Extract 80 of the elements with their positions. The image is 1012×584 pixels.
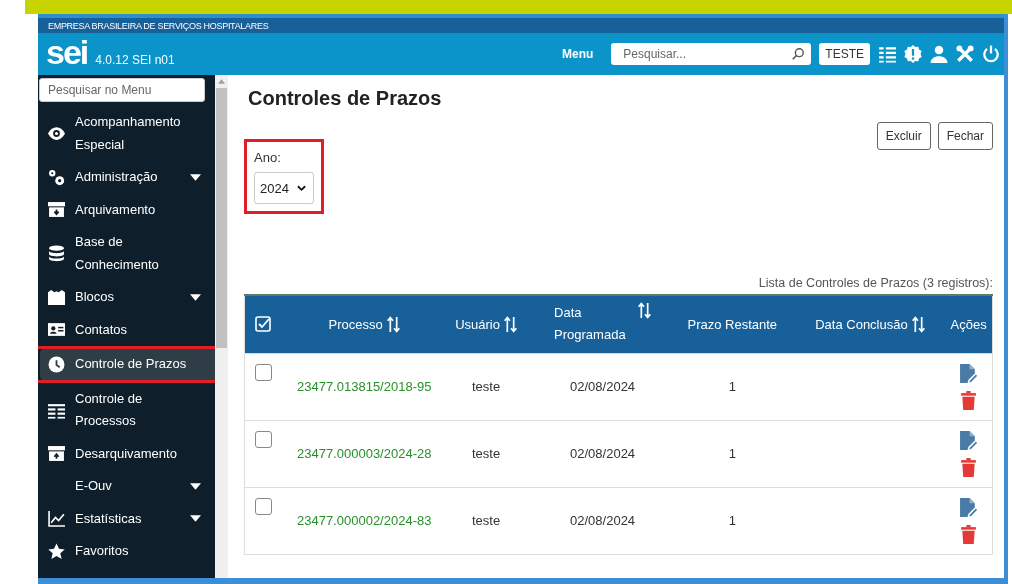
column-header: Prazo Restante	[687, 316, 778, 332]
sort-icon[interactable]	[503, 315, 517, 333]
sort-icon[interactable]	[638, 302, 652, 320]
archive-icon	[48, 201, 65, 219]
process-link[interactable]: 23477.000002/2024-83	[296, 513, 432, 528]
trash-icon[interactable]	[960, 524, 978, 544]
logo: sei	[46, 35, 88, 69]
sidebar-item[interactable]: Arquivamento	[40, 194, 213, 225]
sort-icon[interactable]	[911, 315, 925, 333]
year-select[interactable]: 2024	[254, 172, 314, 204]
table-cell: 1	[728, 513, 736, 528]
search-field[interactable]: Pesquisar...	[611, 43, 812, 65]
eye-icon	[48, 125, 65, 142]
power-icon[interactable]	[982, 45, 1000, 63]
table-cell: 02/08/2024	[570, 446, 636, 461]
table-cell: 02/08/2024	[570, 379, 636, 394]
user-icon[interactable]	[930, 45, 948, 63]
chevron-down-icon[interactable]	[296, 184, 306, 192]
sidebar-item[interactable]: Estatísticas	[40, 503, 213, 534]
column-header[interactable]: Data Programada	[554, 302, 635, 347]
row-checkbox[interactable]	[255, 363, 272, 381]
column-header[interactable]: Data Conclusão	[815, 316, 908, 332]
sidebar-item[interactable]: Controle de Prazos	[40, 349, 215, 380]
trash-icon[interactable]	[960, 390, 978, 410]
version-label: 4.0.12 SEI n01	[95, 53, 175, 67]
unarchive-icon	[48, 445, 65, 463]
star-icon	[48, 542, 65, 560]
caret-icon	[190, 515, 201, 523]
table-cell: 1	[728, 379, 736, 394]
process-link[interactable]: 23477.000003/2024-28	[296, 446, 432, 461]
menu-search-field[interactable]: Pesquisar no Menu	[39, 78, 205, 102]
sidebar-item[interactable]: Administração	[40, 162, 213, 193]
column-header: Ações	[950, 316, 987, 332]
search-icon[interactable]	[791, 47, 806, 61]
action-button[interactable]: Fechar	[937, 122, 993, 150]
table-cell: 1	[728, 446, 736, 461]
alert-badge-icon[interactable]	[904, 45, 922, 63]
table-cell: 02/08/2024	[570, 513, 636, 528]
table-caption: Lista de Controles de Prazos (3 registros):	[757, 276, 993, 290]
clock-icon	[48, 355, 65, 373]
list-icon[interactable]	[878, 45, 896, 63]
caret-icon	[190, 293, 201, 301]
row-checkbox[interactable]	[255, 497, 272, 515]
sidebar-item[interactable]: E-Ouv	[40, 471, 213, 502]
year-value: 2024	[260, 180, 289, 196]
sidebar-item[interactable]: Favoritos	[40, 536, 213, 567]
scrollbar[interactable]	[215, 75, 228, 578]
process-link[interactable]: 23477.013815/2018-95	[296, 379, 432, 394]
edit-document-icon[interactable]	[960, 430, 978, 450]
table-cell: teste	[471, 513, 501, 528]
scrollbar-thumb[interactable]	[216, 88, 227, 348]
database-icon	[48, 245, 65, 262]
caret-icon	[190, 173, 201, 181]
tools-icon[interactable]	[956, 45, 974, 63]
checkbox-icon[interactable]	[255, 316, 271, 333]
sidebar-item[interactable]: Controle de Processos	[40, 383, 213, 437]
row-checkbox[interactable]	[255, 430, 272, 448]
scroll-up-icon[interactable]	[218, 79, 225, 84]
sidebar-item[interactable]: Contatos	[40, 314, 213, 345]
table-icon	[48, 401, 65, 419]
column-header[interactable]: Usuário	[455, 316, 500, 332]
caret-icon	[190, 482, 201, 490]
sidebar-item[interactable]: Base de Conhecimento	[40, 227, 213, 280]
organization-name: EMPRESA BRASILEIRA DE SERVIÇOS HOSPITALARES	[48, 20, 269, 31]
year-label: Ano:	[254, 150, 282, 165]
unit-button[interactable]: TESTE	[819, 43, 870, 65]
table-cell: teste	[471, 446, 501, 461]
action-button[interactable]: Excluir	[876, 122, 931, 150]
sort-icon[interactable]	[386, 315, 400, 333]
edit-document-icon[interactable]	[960, 497, 978, 517]
column-header[interactable]: Processo	[328, 316, 383, 332]
page-title: Controles de Prazos	[248, 87, 443, 110]
sidebar-item[interactable]: Desarquivamento	[40, 438, 213, 469]
edit-document-icon[interactable]	[960, 363, 978, 383]
contact-card-icon	[48, 321, 65, 339]
trash-icon[interactable]	[960, 457, 978, 477]
sidebar-item[interactable]: Acompanhamento Especial	[40, 107, 213, 160]
table-cell: teste	[471, 379, 501, 394]
sidebar-item[interactable]: Blocos	[40, 282, 213, 313]
line-chart-icon	[48, 510, 65, 528]
